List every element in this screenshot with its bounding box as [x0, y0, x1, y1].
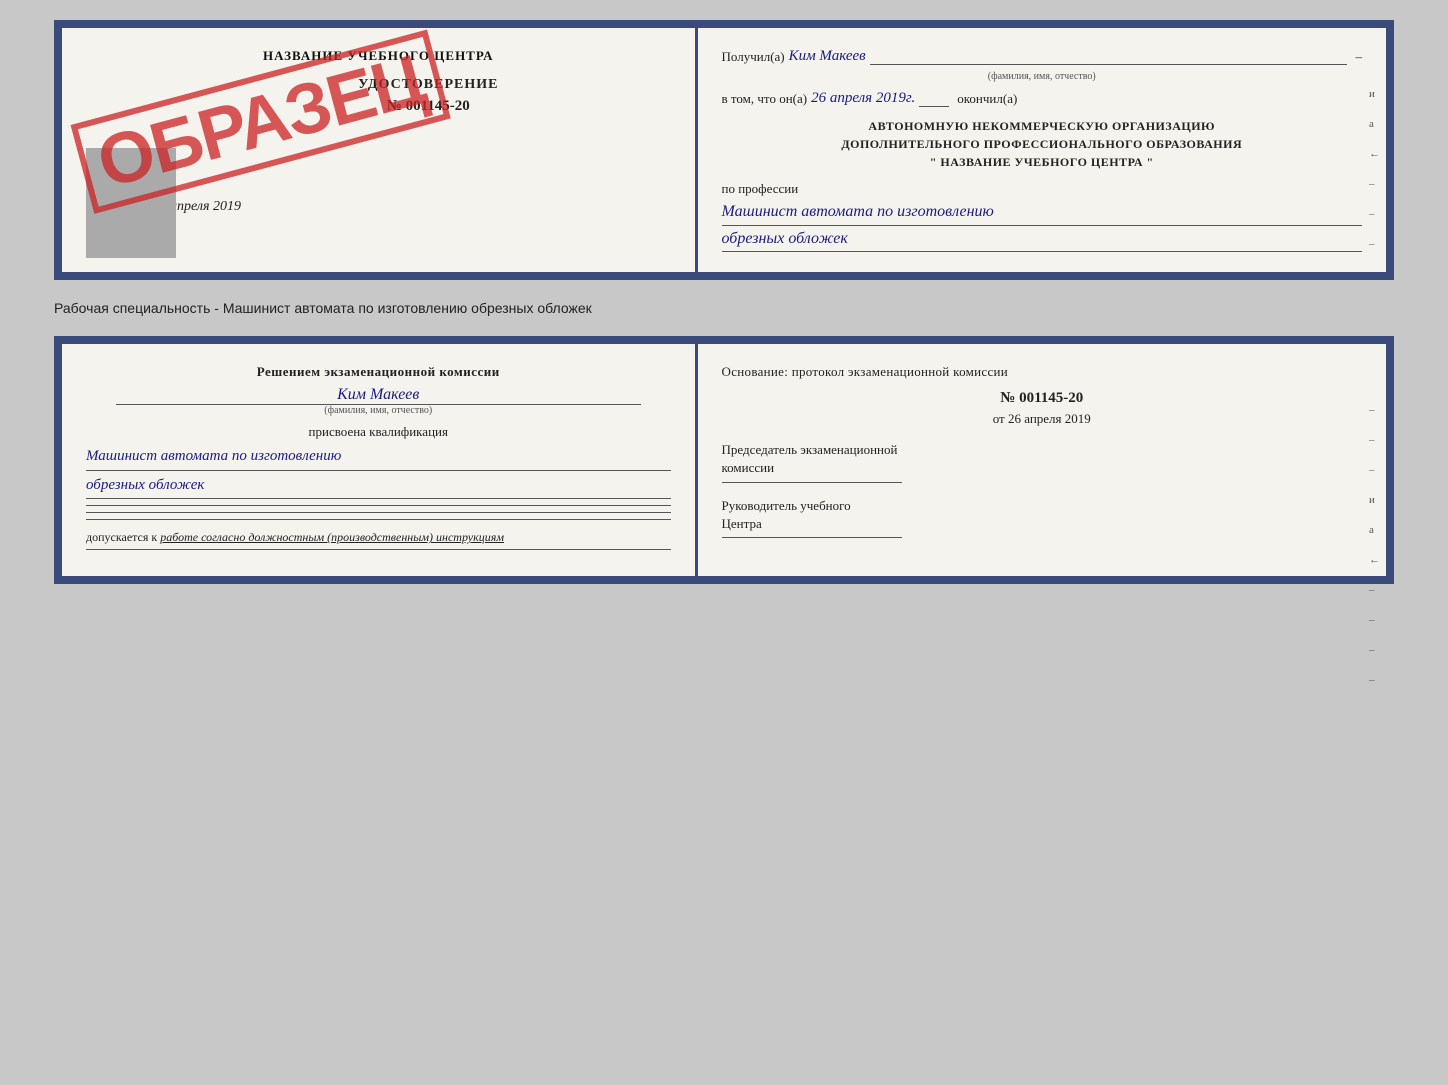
org-line3: " НАЗВАНИЕ УЧЕБНОГО ЦЕНТРА " [722, 153, 1362, 171]
basis-label: Основание: протокол экзаменационной коми… [722, 364, 1362, 380]
bsm-9: – [1369, 644, 1380, 656]
photo-area [86, 148, 176, 258]
org-line2: ДОПОЛНИТЕЛЬНОГО ПРОФЕССИОНАЛЬНОГО ОБРАЗО… [722, 135, 1362, 153]
bsm-8: – [1369, 614, 1380, 626]
in-that-row: в том, что он(а) 26 апреля 2019г. окончи… [722, 90, 1362, 107]
bsm-7: – [1369, 584, 1380, 596]
date-value: 26 апреля 2019 [1008, 411, 1091, 426]
chairman-sig-line [722, 482, 902, 483]
decision-text: Решением экзаменационной комиссии [86, 364, 671, 380]
head-sig-line [722, 537, 902, 538]
bottom-name: Ким Макеев [86, 386, 671, 404]
in-that-label: в том, что он(а) [722, 91, 808, 107]
chairman-block: Председатель экзаменационной комиссии [722, 441, 1362, 482]
name-sublabel: (фамилия, имя, отчество) [722, 71, 1362, 82]
side-mark-6: – [1369, 238, 1380, 250]
bottom-right-panel: Основание: протокол экзаменационной коми… [698, 344, 1386, 576]
bottom-name-sublabel: (фамилия, имя, отчество) [116, 404, 641, 416]
side-mark-2: а [1369, 118, 1380, 130]
divider-line-1 [86, 505, 671, 506]
bsm-1: – [1369, 404, 1380, 416]
side-mark-3: ← [1369, 148, 1380, 160]
divider-line-2 [86, 512, 671, 513]
profession-line2: обрезных обложек [722, 226, 1362, 253]
side-mark-1: и [1369, 88, 1380, 100]
org-line1: АВТОНОМНУЮ НЕКОММЕРЧЕСКУЮ ОРГАНИЗАЦИЮ [722, 117, 1362, 135]
date-prefix: от [993, 411, 1005, 426]
org-block: АВТОНОМНУЮ НЕКОММЕРЧЕСКУЮ ОРГАНИЗАЦИЮ ДО… [722, 117, 1362, 171]
completion-date: 26 апреля 2019г. [807, 90, 919, 107]
допуск-block: допускается к работе согласно должностны… [86, 530, 671, 545]
bottom-left-panel: Решением экзаменационной комиссии Ким Ма… [62, 344, 698, 576]
cert-block: УДОСТОВЕРЕНИЕ № 001145-20 [186, 74, 671, 118]
bottom-side-marks: – – – и а ← – – – – [1369, 404, 1380, 686]
chairman-label: Председатель экзаменационной комиссии [722, 441, 1362, 477]
top-right-panel: Получил(а) Ким Макеев – (фамилия, имя, о… [698, 28, 1386, 272]
divider-line-3 [86, 519, 671, 520]
protocol-num: № 001145-20 [722, 390, 1362, 407]
bsm-4: и [1369, 494, 1380, 506]
protocol-date: от 26 апреля 2019 [722, 411, 1362, 427]
top-left-panel: НАЗВАНИЕ УЧЕБНОГО ЦЕНТРА УДОСТОВЕРЕНИЕ №… [62, 28, 698, 272]
head-label: Руководитель учебного Центра [722, 497, 1362, 533]
qualification-line1: Машинист автомата по изготовлению [86, 444, 671, 471]
side-mark-5: – [1369, 208, 1380, 220]
middle-label: Рабочая специальность - Машинист автомат… [54, 296, 1394, 320]
допуск-line [86, 549, 671, 550]
bsm-2: – [1369, 434, 1380, 446]
bsm-3: – [1369, 464, 1380, 476]
qualification-line2: обрезных обложек [86, 473, 671, 500]
top-document: НАЗВАНИЕ УЧЕБНОГО ЦЕНТРА УДОСТОВЕРЕНИЕ №… [54, 20, 1394, 280]
bottom-document: Решением экзаменационной комиссии Ким Ма… [54, 336, 1394, 584]
допуск-label: допускается к [86, 530, 157, 544]
cert-num: № 001145-20 [186, 95, 671, 118]
bsm-6: ← [1369, 554, 1380, 566]
head-block: Руководитель учебного Центра [722, 497, 1362, 538]
dash-mark: – [1355, 49, 1362, 65]
assigned-label: присвоена квалификация [86, 424, 671, 440]
cert-title: УДОСТОВЕРЕНИЕ [186, 74, 671, 95]
received-label: Получил(а) [722, 49, 785, 65]
profession-label: по профессии [722, 181, 1362, 197]
допуск-text: работе согласно должностным (производств… [160, 530, 504, 544]
side-marks: и а ← – – – [1369, 88, 1380, 250]
recipient-name: Ким Макеев [785, 48, 870, 65]
top-left-title: НАЗВАНИЕ УЧЕБНОГО ЦЕНТРА [86, 48, 671, 64]
side-mark-4: – [1369, 178, 1380, 190]
bsm-10: – [1369, 674, 1380, 686]
completed-label: окончил(а) [957, 91, 1017, 107]
profession-line1: Машинист автомата по изготовлению [722, 199, 1362, 226]
received-row: Получил(а) Ким Макеев – [722, 48, 1362, 65]
bsm-5: а [1369, 524, 1380, 536]
